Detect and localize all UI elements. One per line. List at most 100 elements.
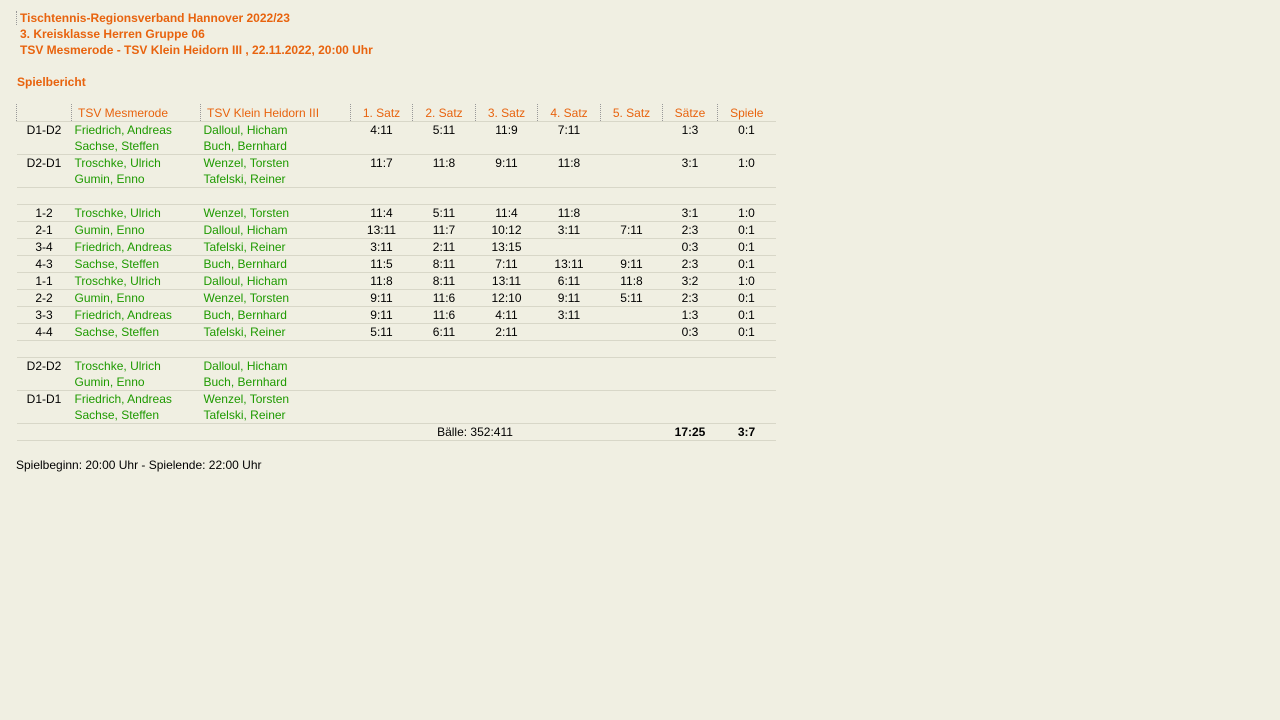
set-score: 6:11 — [412, 323, 476, 341]
set-score: 2:11 — [475, 323, 538, 341]
set-score — [475, 138, 538, 155]
set-score: 13:11 — [350, 221, 413, 239]
set-score: 11:6 — [412, 306, 476, 324]
spiele-cell — [717, 171, 776, 188]
away-player: Dalloul, Hicham — [203, 359, 288, 373]
col-header-set2: 2. Satz — [412, 104, 476, 122]
singles-row: 4-4 Sachse, Steffen Tafelski, Reiner 5:11 6:… — [16, 323, 776, 341]
set-score — [600, 138, 663, 155]
set-score — [475, 407, 538, 424]
doubles-row: D2-D1 Troschke, Ulrich Wenzel, Torsten 11:7… — [17, 155, 776, 172]
set-score: 4:11 — [475, 306, 538, 324]
col-header-set1: 1. Satz — [350, 104, 413, 122]
set-score — [537, 238, 601, 256]
set-score — [601, 155, 663, 172]
totals-row: Bälle: 352:411 17:25 3:7 — [16, 423, 776, 441]
saetze-cell: 1:3 — [662, 306, 718, 324]
set-score — [350, 138, 413, 155]
pairing-cell — [16, 138, 72, 155]
pairing-cell: 1-1 — [16, 272, 72, 290]
singles-row: 1-1 Troschke, Ulrich Dalloul, Hicham 11:8 8:… — [16, 272, 776, 290]
away-player: Buch, Bernhard — [200, 306, 351, 324]
spiele-cell — [717, 374, 776, 391]
pairing-cell: D2-D1 — [26, 156, 62, 170]
away-player: Wenzel, Torsten — [200, 289, 351, 307]
set-score — [351, 391, 413, 408]
set-score: 7:11 — [557, 123, 581, 137]
home-player: Sachse, Steffen — [71, 255, 201, 273]
col-header-set5: 5. Satz — [600, 104, 663, 122]
set-score — [601, 122, 663, 139]
set-score: 5:11 — [412, 204, 476, 222]
col-header-saetze: Sätze — [662, 104, 718, 122]
away-player: Buch, Bernhard — [200, 138, 351, 155]
saetze-cell: 2:3 — [662, 289, 718, 307]
set-score: 11:6 — [412, 289, 476, 307]
doubles-row: Sachse, Steffen Tafelski, Reiner — [16, 407, 776, 424]
singles-row: 2-2 Gumin, Enno Wenzel, Torsten 9:11 11:6 12:… — [16, 289, 776, 307]
set-score — [475, 374, 538, 391]
set-score: 11:4 — [475, 204, 538, 222]
spiele-cell: 0:1 — [717, 306, 776, 324]
away-player: Tafelski, Reiner — [200, 407, 351, 424]
set-score — [412, 138, 476, 155]
set-score — [413, 358, 476, 375]
home-player: Troschke, Ulrich — [74, 156, 161, 170]
doubles-row: D2-D2 Troschke, Ulrich Dalloul, Hicham — [17, 358, 776, 375]
set-score: 11:8 — [600, 272, 663, 290]
pairing-cell: D1-D2 — [26, 123, 62, 137]
col-header-away: TSV Klein Heidorn III — [200, 104, 351, 122]
set-score — [538, 391, 601, 408]
home-player: Troschke, Ulrich — [71, 272, 201, 290]
home-player: Friedrich, Andreas — [71, 238, 201, 256]
doubles-row: D1-D1 Friedrich, Andreas Wenzel, Torsten — [17, 391, 776, 408]
spiele-total: 3:7 — [717, 423, 776, 441]
pairing-cell: 2-2 — [16, 289, 72, 307]
set-score: 5:11 — [600, 289, 663, 307]
saetze-cell — [663, 391, 718, 408]
set-score — [601, 391, 663, 408]
away-player: Wenzel, Torsten — [203, 392, 290, 406]
pairing-cell — [16, 171, 72, 188]
saetze-total: 17:25 — [662, 423, 718, 441]
saetze-cell — [662, 374, 718, 391]
set-score: 10:12 — [475, 221, 538, 239]
pairing-cell: 4-4 — [16, 323, 72, 341]
report-title: Spielbericht — [17, 75, 86, 89]
away-player: Tafelski, Reiner — [200, 171, 351, 188]
spiele-cell: 0:1 — [717, 289, 776, 307]
home-player: Gumin, Enno — [71, 289, 201, 307]
set-score: 7:11 — [600, 221, 663, 239]
totals-spacer — [537, 423, 663, 441]
pairing-cell: D1-D1 — [26, 392, 62, 406]
singles-row: 2-1 Gumin, Enno Dalloul, Hicham 13:11 11:7 10… — [16, 221, 776, 239]
saetze-cell: 0:3 — [662, 323, 718, 341]
saetze-cell — [663, 358, 718, 375]
set-score: 9:11 — [600, 255, 663, 273]
set-score — [412, 407, 476, 424]
set-score: 12:10 — [475, 289, 538, 307]
saetze-cell: 3:1 — [681, 156, 699, 170]
saetze-cell — [662, 407, 718, 424]
set-score — [413, 391, 476, 408]
home-player: Gumin, Enno — [71, 171, 201, 188]
match-time-footer: Spielbeginn: 20:00 Uhr - Spielende: 22:0… — [16, 458, 262, 472]
set-score: 8:11 — [412, 272, 476, 290]
set-score — [537, 374, 601, 391]
set-score — [412, 171, 476, 188]
pairing-cell: D2-D2 — [26, 359, 62, 373]
home-player: Friedrich, Andreas — [74, 123, 172, 137]
set-score: 9:11 — [495, 156, 518, 170]
home-player: Gumin, Enno — [71, 374, 201, 391]
set-score: 13:11 — [537, 255, 601, 273]
set-score: 11:8 — [537, 204, 601, 222]
saetze-cell: 1:3 — [681, 123, 699, 137]
singles-row: 4-3 Sachse, Steffen Buch, Bernhard 11:5 8:11… — [16, 255, 776, 273]
away-player: Tafelski, Reiner — [200, 323, 351, 341]
saetze-cell: 3:2 — [662, 272, 718, 290]
match-title: TSV Mesmerode - TSV Klein Heidorn III , … — [20, 43, 373, 57]
col-header-set3: 3. Satz — [475, 104, 538, 122]
set-score — [537, 138, 601, 155]
col-header-set4: 4. Satz — [537, 104, 601, 122]
set-score — [600, 306, 663, 324]
